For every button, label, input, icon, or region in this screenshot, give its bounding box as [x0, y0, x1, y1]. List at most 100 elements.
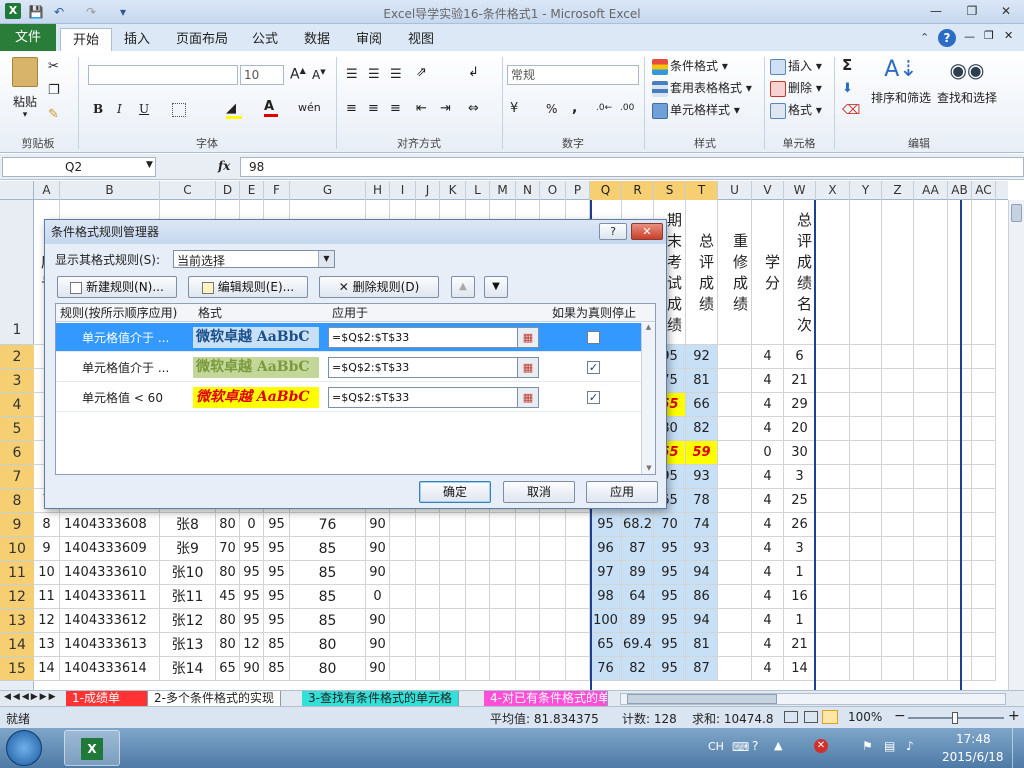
cell[interactable]	[882, 393, 914, 417]
stop-if-true-checkbox[interactable]: ✓	[587, 361, 600, 374]
font-size-combo[interactable]: 10	[240, 65, 284, 85]
cell[interactable]	[972, 585, 996, 609]
row-header-1[interactable]: 1	[0, 200, 34, 345]
column-header-z[interactable]: Z	[882, 181, 914, 200]
cell[interactable]	[914, 489, 948, 513]
cell[interactable]	[816, 561, 850, 585]
currency-icon[interactable]: ¥	[510, 101, 518, 116]
column-header-ab[interactable]: AB	[948, 181, 972, 200]
tab-file[interactable]: 文件	[0, 24, 56, 51]
tray-arrow-icon[interactable]: ▲	[774, 739, 782, 752]
table-cell[interactable]: 95	[590, 513, 622, 537]
cell[interactable]	[850, 345, 882, 369]
cell[interactable]	[440, 537, 466, 561]
table-cell[interactable]: 90	[366, 609, 390, 633]
table-cell[interactable]: 1404333610	[60, 561, 160, 585]
fill-icon[interactable]: ⬇	[842, 81, 853, 96]
name-box[interactable]: Q2	[2, 157, 156, 177]
table-cell[interactable]: 90	[240, 657, 264, 681]
cell[interactable]	[416, 609, 440, 633]
security-alert-icon[interactable]: ✕	[814, 739, 828, 753]
cell[interactable]	[850, 200, 882, 345]
header-cell[interactable]: 总评成绩名次	[784, 200, 816, 345]
cell[interactable]	[466, 513, 490, 537]
table-cell[interactable]: 59	[686, 441, 718, 465]
cell[interactable]	[882, 465, 914, 489]
table-cell[interactable]: 98	[590, 585, 622, 609]
cell[interactable]	[972, 441, 996, 465]
zoom-level[interactable]: 100%	[848, 710, 882, 724]
cell[interactable]	[914, 657, 948, 681]
table-cell[interactable]: 81	[686, 633, 718, 657]
normal-view-icon[interactable]	[784, 711, 798, 723]
sheet-nav-icon[interactable]: ◀◀◀▶▶▶	[4, 692, 58, 702]
table-cell[interactable]: 26	[784, 513, 816, 537]
table-cell[interactable]: 95	[654, 657, 686, 681]
table-cell[interactable]: 74	[686, 513, 718, 537]
cell[interactable]	[850, 393, 882, 417]
table-cell[interactable]: 4	[752, 609, 784, 633]
cell[interactable]	[850, 657, 882, 681]
comma-button[interactable]: ,	[572, 100, 577, 116]
table-cell[interactable]: 95	[264, 609, 290, 633]
cell[interactable]	[516, 561, 540, 585]
cell[interactable]	[816, 393, 850, 417]
cell[interactable]	[914, 537, 948, 561]
delete-rule-button[interactable]: ✕ 删除规则(D)	[319, 276, 439, 298]
italic-button[interactable]: I	[117, 102, 122, 116]
table-cell[interactable]: 21	[784, 369, 816, 393]
cell[interactable]	[390, 585, 416, 609]
sort-filter-button[interactable]: A⇣ 排序和筛选	[870, 55, 932, 106]
stop-if-true-checkbox[interactable]	[587, 331, 600, 344]
zoom-out-button[interactable]: −	[894, 708, 906, 724]
close-button[interactable]: ✕	[994, 2, 1018, 20]
table-cell[interactable]: 张13	[160, 633, 216, 657]
table-cell[interactable]: 95	[654, 537, 686, 561]
cell[interactable]	[882, 489, 914, 513]
table-cell[interactable]: 76	[290, 513, 366, 537]
column-header-u[interactable]: U	[718, 181, 752, 200]
paste-button[interactable]: 粘贴 ▾	[6, 55, 44, 123]
table-cell[interactable]: 13	[34, 633, 60, 657]
dialog-help-button[interactable]: ?	[599, 223, 627, 240]
zoom-in-button[interactable]: +	[1008, 708, 1020, 724]
rule-row[interactable]: 单元格值介于 ... 微软卓越 AaBbC =$Q$2:$T$33 ▦	[56, 323, 641, 352]
table-cell[interactable]: 1404333613	[60, 633, 160, 657]
show-desktop-button[interactable]	[1012, 728, 1024, 768]
table-cell[interactable]: 0	[240, 513, 264, 537]
range-select-icon[interactable]: ▦	[517, 387, 539, 408]
cell[interactable]	[972, 465, 996, 489]
row-header[interactable]: 12	[0, 585, 34, 609]
conditional-format-button[interactable]: 条件格式 ▾	[652, 57, 728, 75]
table-cell[interactable]: 0	[366, 585, 390, 609]
column-header-l[interactable]: L	[466, 181, 490, 200]
row-header[interactable]: 9	[0, 513, 34, 537]
cell[interactable]	[416, 585, 440, 609]
find-select-button[interactable]: ◉◉ 查找和选择	[934, 55, 1000, 106]
table-cell[interactable]: 29	[784, 393, 816, 417]
column-header-g[interactable]: G	[290, 181, 366, 200]
cell[interactable]	[466, 561, 490, 585]
cell[interactable]	[850, 513, 882, 537]
cell[interactable]	[816, 633, 850, 657]
dialog-close-button[interactable]: ✕	[631, 223, 663, 240]
fill-color-icon[interactable]: ◢	[226, 101, 242, 119]
table-cell[interactable]: 93	[686, 465, 718, 489]
cell[interactable]	[914, 345, 948, 369]
cell[interactable]	[466, 609, 490, 633]
cell[interactable]	[850, 369, 882, 393]
font-color-icon[interactable]: A	[264, 99, 278, 117]
cell[interactable]	[972, 633, 996, 657]
cell[interactable]	[416, 513, 440, 537]
cell[interactable]	[390, 513, 416, 537]
cell[interactable]	[816, 489, 850, 513]
table-cell[interactable]: 85	[290, 561, 366, 585]
new-rule-button[interactable]: 新建规则(N)...	[57, 276, 177, 298]
cell[interactable]	[882, 561, 914, 585]
range-select-icon[interactable]: ▦	[517, 357, 539, 378]
column-header-s[interactable]: S	[654, 181, 686, 200]
table-cell[interactable]: 95	[240, 609, 264, 633]
table-cell[interactable]: 95	[654, 633, 686, 657]
cell[interactable]	[972, 200, 996, 345]
ok-button[interactable]: 确定	[419, 481, 491, 503]
